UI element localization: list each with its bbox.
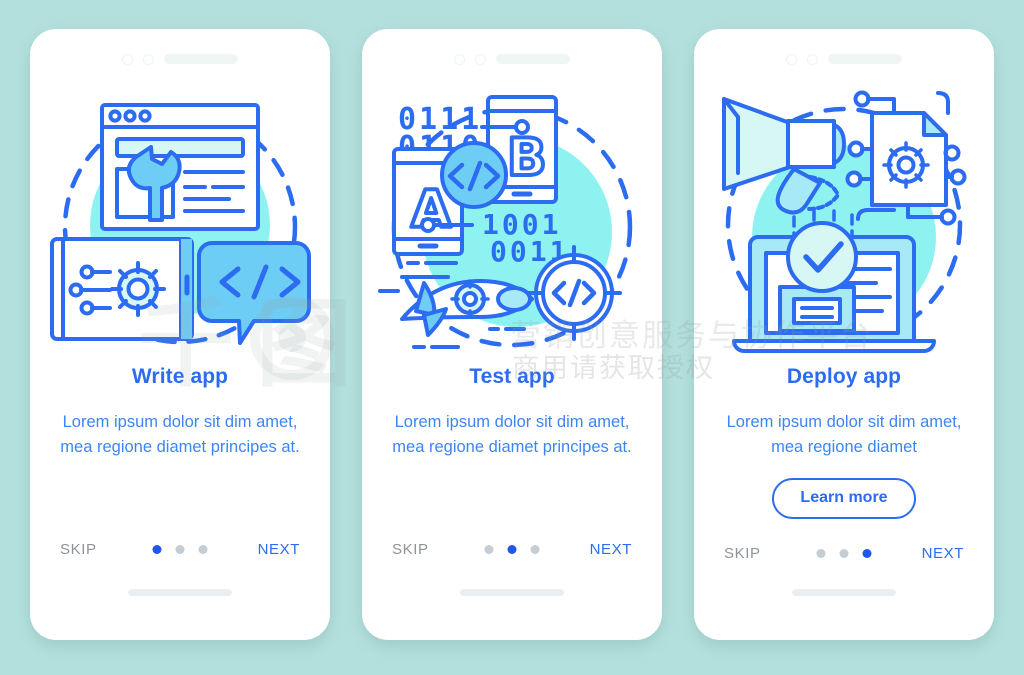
home-indicator — [128, 589, 232, 596]
sensor-icon — [475, 53, 486, 65]
next-button[interactable]: NEXT — [590, 541, 632, 558]
pagination-dot-3[interactable] — [530, 545, 540, 554]
illustration-test-app: 0111 0110 B — [362, 77, 662, 367]
text-block-test-app: Test app Lorem ipsum dolor sit dim amet,… — [362, 365, 662, 460]
pagination-dot-3[interactable] — [198, 545, 208, 554]
onboarding-screen-test-app: 0111 0110 B — [362, 29, 662, 640]
phone-notch — [362, 51, 662, 67]
skip-button[interactable]: SKIP — [392, 541, 429, 558]
code-bubble-icon — [197, 241, 311, 345]
pagination-dot-1[interactable] — [484, 545, 494, 554]
page-description: Lorem ipsum dolor sit dim amet, mea regi… — [392, 413, 632, 456]
camera-icon — [122, 53, 133, 65]
speaker-icon — [164, 54, 238, 64]
onboarding-nav: SKIP NEXT — [362, 541, 662, 558]
poster-canvas: Write app Lorem ipsum dolor sit dim amet… — [0, 0, 1024, 675]
camera-icon — [454, 53, 465, 65]
sensor-icon — [143, 53, 154, 65]
page-description: Lorem ipsum dolor sit dim amet, mea regi… — [726, 413, 962, 456]
skip-button[interactable]: SKIP — [60, 541, 97, 558]
svg-text:B: B — [507, 128, 547, 188]
next-button[interactable]: NEXT — [922, 545, 964, 562]
check-circle-icon — [786, 221, 858, 293]
illustration-write-app — [30, 77, 330, 367]
pagination-dot-2[interactable] — [507, 545, 517, 554]
phone-notch — [694, 51, 994, 67]
text-block-deploy-app: Deploy app Lorem ipsum dolor sit dim ame… — [694, 365, 994, 519]
onboarding-nav: SKIP NEXT — [30, 541, 330, 558]
pagination-dots — [816, 549, 872, 558]
pagination-dot-2[interactable] — [839, 549, 849, 558]
page-title: Test app — [469, 365, 555, 388]
page-title: Deploy app — [786, 365, 902, 388]
next-button[interactable]: NEXT — [258, 541, 300, 558]
onboarding-screen-write-app: Write app Lorem ipsum dolor sit dim amet… — [30, 29, 330, 640]
pagination-dots — [484, 545, 540, 554]
onboarding-nav: SKIP NEXT — [694, 545, 994, 562]
phone-notch — [30, 51, 330, 67]
text-block-write-app: Write app Lorem ipsum dolor sit dim amet… — [30, 365, 330, 460]
page-title: Write app — [131, 365, 229, 388]
sensor-icon — [807, 53, 818, 65]
pagination-dots — [152, 545, 208, 554]
page-description: Lorem ipsum dolor sit dim amet, mea regi… — [60, 413, 300, 456]
pagination-dot-3[interactable] — [862, 549, 872, 558]
learn-more-button[interactable]: Learn more — [772, 478, 916, 519]
home-indicator — [792, 589, 896, 596]
code-badge-icon — [440, 141, 508, 209]
tablet-gear-icon — [50, 237, 194, 341]
home-indicator — [460, 589, 564, 596]
pagination-dot-1[interactable] — [816, 549, 826, 558]
pagination-dot-1[interactable] — [152, 545, 162, 554]
speaker-icon — [828, 54, 902, 64]
camera-icon — [786, 53, 797, 65]
onboarding-screen-deploy-app: Deploy app Lorem ipsum dolor sit dim ame… — [694, 29, 994, 640]
skip-button[interactable]: SKIP — [724, 545, 761, 562]
speaker-icon — [496, 54, 570, 64]
pagination-dot-2[interactable] — [175, 545, 185, 554]
illustration-deploy-app — [694, 77, 994, 367]
